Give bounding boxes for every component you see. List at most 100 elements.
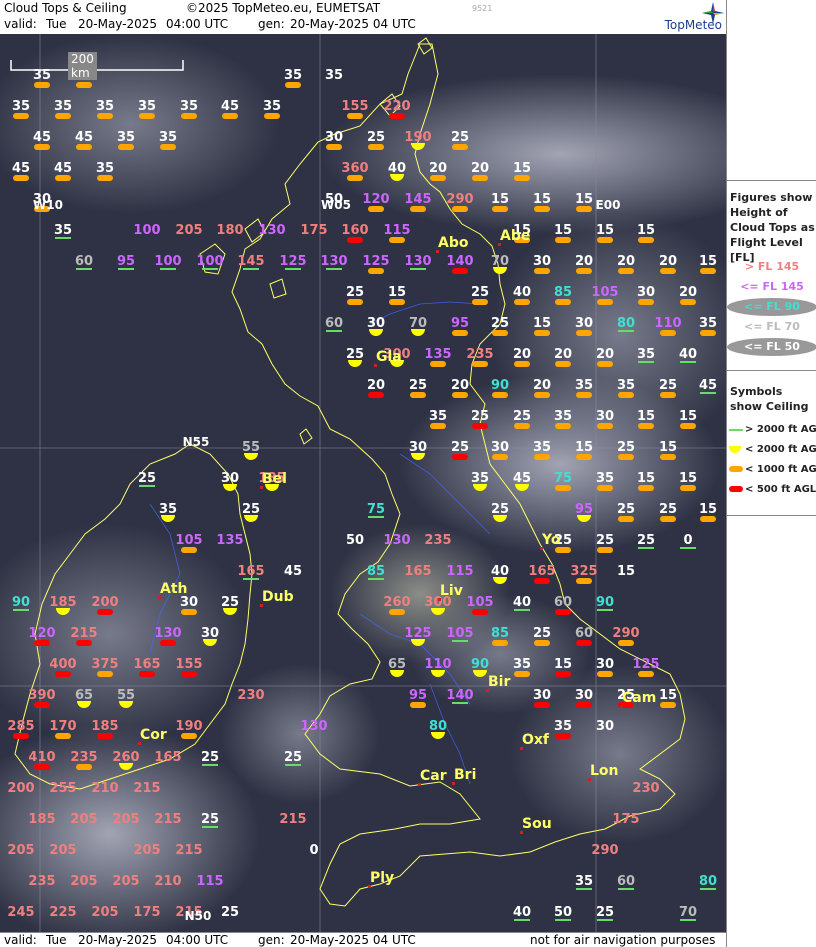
cloud-top-value: 205 — [112, 874, 139, 889]
cloud-cell: 20 — [554, 347, 572, 367]
legend-divider — [727, 370, 816, 371]
city-marker[interactable]: Sou — [520, 816, 552, 834]
cloud-top-value: 35 — [617, 378, 635, 393]
cloud-top-value: 105 — [175, 533, 202, 548]
cloud-top-value: 50 — [554, 905, 572, 920]
cloud-cell: 60 — [554, 595, 572, 615]
city-marker[interactable]: Car — [418, 768, 447, 786]
cloud-top-value: 25 — [617, 440, 635, 455]
cloud-top-value: 45 — [284, 564, 302, 579]
cloud-cell: 20 — [679, 285, 697, 305]
city-marker[interactable]: Bri — [452, 767, 476, 785]
city-marker[interactable]: Ath — [158, 581, 188, 599]
cloud-top-value: 35 — [575, 874, 593, 889]
cloud-top-value: 215 — [154, 812, 181, 827]
cloud-top-value: 15 — [388, 285, 406, 300]
valid-date: 20-May-2025 — [78, 17, 158, 31]
city-marker[interactable]: Yo — [540, 532, 561, 550]
city-marker[interactable]: Oxf — [520, 732, 550, 750]
city-label: Bri — [454, 767, 476, 783]
cloud-cell: 35 — [138, 99, 156, 119]
ceiling-legend-item: < 1000 ft AGL — [727, 461, 816, 479]
cloud-cell: 0 — [309, 843, 318, 858]
city-marker[interactable]: Liv — [438, 583, 463, 601]
cloud-top-value: 15 — [513, 161, 531, 176]
ceiling-legend-item: < 500 ft AGL — [727, 481, 816, 499]
cloud-top-value: 40 — [388, 161, 406, 176]
cloud-cell: 25 — [367, 130, 385, 150]
cloud-top-value: 155 — [175, 657, 202, 672]
topmeteo-logo[interactable]: TopMeteo — [632, 2, 726, 34]
city-marker[interactable]: Bir — [486, 674, 510, 692]
cloud-cell: 235 — [28, 874, 55, 889]
cloud-cell: 130 — [258, 223, 285, 238]
cloud-cell: 35 — [284, 68, 302, 88]
city-label: Ply — [370, 870, 394, 886]
cloud-top-value: 25 — [491, 316, 509, 331]
city-marker[interactable]: Cor — [138, 727, 167, 745]
cloud-top-value: 30 — [596, 719, 614, 734]
cloud-cell: 175 — [300, 223, 327, 238]
cloud-top-value: 105 — [591, 285, 618, 300]
cloud-cell: 20 — [451, 378, 469, 398]
city-marker[interactable]: Abe — [498, 228, 530, 246]
cloud-cell: 35 — [117, 130, 135, 150]
cloud-top-value: 205 — [70, 812, 97, 827]
city-label: Liv — [440, 583, 463, 599]
cloud-cell: 80 — [617, 316, 635, 332]
cloud-cell: 15 — [596, 223, 614, 243]
cloud-cell: 85 — [554, 285, 572, 305]
cloud-top-value: 25 — [201, 812, 219, 827]
city-marker[interactable]: Dub — [260, 589, 294, 607]
cloud-top-value: 185 — [28, 812, 55, 827]
cloud-cell: 45 — [284, 564, 302, 579]
cloud-top-value: 190 — [404, 130, 431, 145]
cloud-cell: 175 — [133, 905, 160, 920]
cloud-top-value: 30 — [596, 657, 614, 672]
cloud-top-value: 20 — [617, 254, 635, 269]
cloud-top-value: 325 — [570, 564, 597, 579]
cloud-cell: 45 — [33, 130, 51, 150]
legend-divider — [727, 515, 816, 516]
cloud-top-value: 130 — [154, 626, 181, 641]
cloud-cell: 35 — [596, 471, 614, 491]
cloud-top-value: 90 — [12, 595, 30, 610]
cloud-top-value: 25 — [346, 347, 364, 362]
satellite-map[interactable]: 35 35 35 35 35 35 35 35 35 45 35 155 220 45 45 35 35 30 25… — [0, 34, 726, 932]
city-label: Cor — [140, 727, 167, 743]
city-marker[interactable]: Bel — [260, 471, 287, 489]
tops-legend-item: <= FL 50 — [727, 338, 816, 356]
cloud-cell: 20 — [617, 254, 635, 274]
cloud-top-value: 30 — [325, 130, 343, 145]
cloud-top-value: 40 — [491, 564, 509, 579]
grid-coordinate-label: W10 — [33, 198, 63, 212]
cloud-top-value: 25 — [451, 130, 469, 145]
city-marker[interactable]: Ply — [368, 870, 394, 888]
cloud-top-value: 115 — [446, 564, 473, 579]
cloud-cell: 35 — [575, 874, 593, 890]
cloud-cell: 205 — [70, 874, 97, 889]
cloud-top-value: 45 — [12, 161, 30, 176]
cloud-top-value: 130 — [320, 254, 347, 269]
city-label: Lon — [590, 763, 619, 779]
cloud-top-value: 35 — [429, 409, 447, 424]
cloud-top-value: 90 — [596, 595, 614, 610]
cloud-top-value: 30 — [201, 626, 219, 641]
ceiling-symbol-swatch — [729, 486, 743, 492]
cloud-top-value: 40 — [513, 285, 531, 300]
cloud-top-value: 130 — [258, 223, 285, 238]
cloud-top-value: 45 — [513, 471, 531, 486]
cloud-top-value: 95 — [409, 688, 427, 703]
cloud-cell: 130 — [320, 254, 348, 270]
cloud-cell: 85 — [491, 626, 509, 646]
cloud-cell: 40 — [679, 347, 697, 363]
cloud-cell: 100 — [196, 254, 224, 270]
city-marker[interactable]: Abo — [436, 235, 469, 253]
city-marker[interactable]: Cam — [620, 690, 656, 708]
valid-day: Tue — [46, 17, 67, 31]
city-marker[interactable]: Lon — [588, 763, 619, 781]
footer-valid-date: 20-May-2025 — [78, 933, 158, 947]
cloud-top-value: 135 — [424, 347, 451, 362]
city-marker[interactable]: Gla — [374, 349, 402, 367]
cloud-top-value: 125 — [362, 254, 389, 269]
